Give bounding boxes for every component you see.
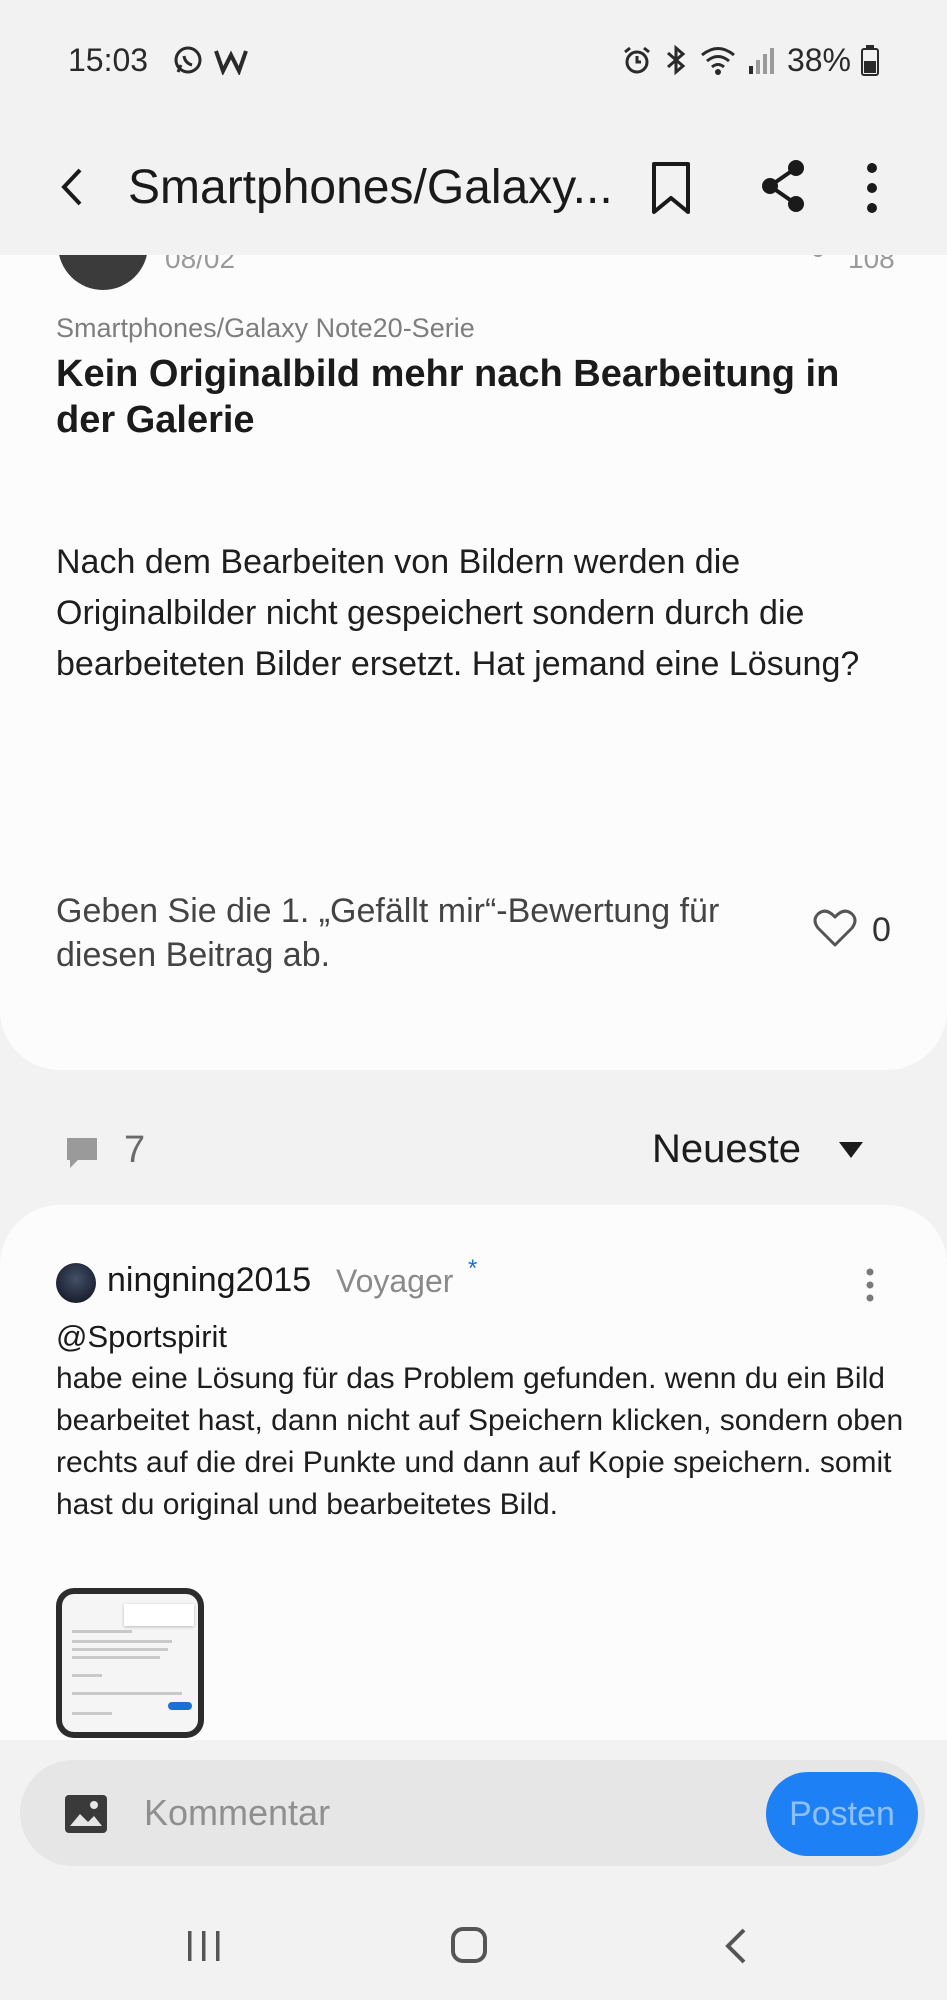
app-bar: Smartphones/Galaxy... [0, 120, 947, 255]
avatar[interactable] [56, 1263, 96, 1303]
comments-header: 7 Neueste [0, 1100, 947, 1200]
like-prompt: Geben Sie die 1. „Gefällt mir“-Bewertung… [56, 892, 720, 974]
author-avatar[interactable] [58, 255, 148, 290]
home-icon[interactable] [450, 1926, 488, 1964]
whatsapp-icon [172, 44, 204, 76]
wifi-icon [699, 44, 737, 76]
nav-back-icon[interactable] [720, 1926, 750, 1966]
more-vert-icon[interactable] [856, 158, 888, 218]
alarm-icon [621, 44, 653, 76]
bluetooth-icon [663, 44, 689, 76]
battery-icon [861, 44, 879, 76]
comment-username[interactable]: ningning2015 [107, 1261, 311, 1300]
heart-icon[interactable] [812, 907, 858, 949]
post-body: Nach dem Bearbeiten von Bildern werden d… [56, 543, 860, 683]
w-app-icon [214, 45, 248, 75]
comment-mention[interactable]: @Sportspirit [56, 1319, 227, 1355]
post-button[interactable]: Posten [766, 1772, 918, 1856]
attachment-thumbnail[interactable] [56, 1588, 204, 1738]
comment-rank: Voyager [336, 1263, 454, 1299]
post-card: 08/02 108 Smartphones/Galaxy Note20-Seri… [0, 255, 947, 1070]
eye-icon [798, 255, 838, 273]
like-count: 0 [872, 911, 891, 949]
share-icon[interactable] [758, 158, 808, 214]
battery-label: 38% [786, 41, 851, 78]
post-views: 108 [848, 255, 895, 274]
bookmark-icon[interactable] [648, 160, 694, 216]
comment-composer: Posten [20, 1760, 925, 1866]
back-arrow-icon[interactable] [50, 162, 100, 212]
chevron-down-icon[interactable] [837, 1140, 865, 1160]
page-title: Smartphones/Galaxy... [128, 161, 613, 214]
post-date: 08/02 [165, 255, 236, 274]
comment-body: habe eine Lösung für das Problem gefunde… [56, 1362, 904, 1521]
status-bar: 15:03 38% [0, 0, 947, 120]
comment-icon [64, 1135, 100, 1171]
more-vert-icon[interactable] [860, 1267, 880, 1303]
recents-icon[interactable] [186, 1928, 222, 1964]
comment-count: 7 [124, 1129, 146, 1171]
comment-input[interactable] [144, 1784, 604, 1842]
post-category[interactable]: Smartphones/Galaxy Note20-Serie [56, 313, 475, 344]
rank-star: * [468, 1255, 478, 1282]
signal-icon [747, 44, 777, 76]
image-icon[interactable] [64, 1794, 108, 1834]
status-time: 15:03 [68, 41, 149, 78]
sort-dropdown[interactable]: Neueste [652, 1127, 801, 1172]
post-title: Kein Originalbild mehr nach Bearbeitung … [56, 353, 840, 441]
comment-card: ningning2015 Voyager * @Sportspirit habe… [0, 1205, 947, 1745]
system-nav-bar [0, 1890, 947, 2000]
